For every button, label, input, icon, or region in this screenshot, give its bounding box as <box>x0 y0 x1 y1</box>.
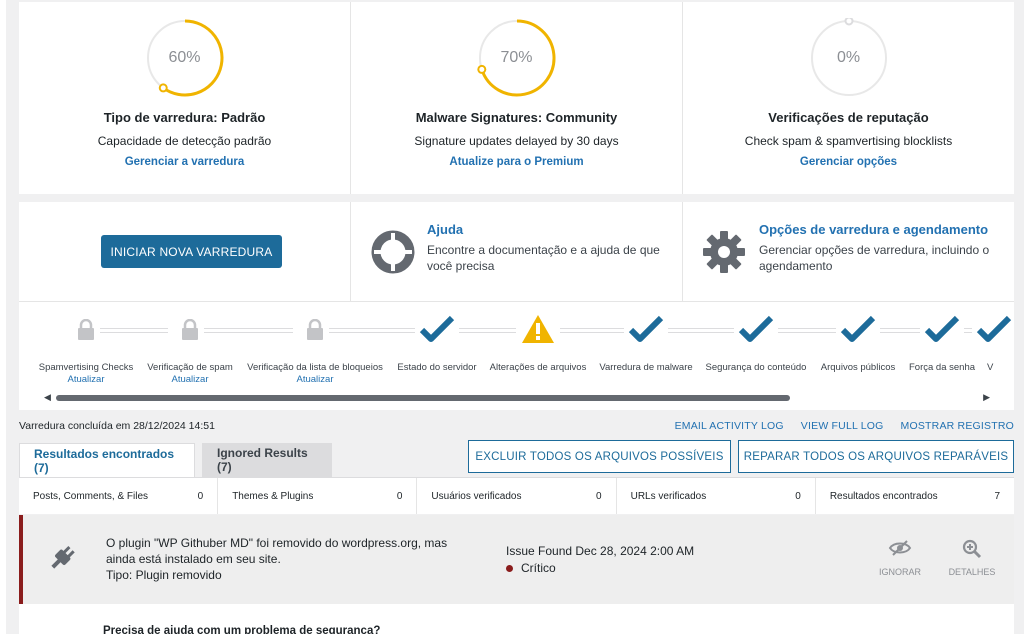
step-label: Verificação de spam <box>147 362 233 373</box>
count-label: Themes & Plugins <box>232 490 314 502</box>
step-connector <box>880 328 920 333</box>
help-banner-text: Precisa de ajuda com um problema de segu… <box>103 625 381 634</box>
scan-type-card: 60% Tipo de varredura: Padrão Capacidade… <box>19 2 350 194</box>
ignore-label: IGNORAR <box>878 567 921 577</box>
count-value: 0 <box>197 490 204 502</box>
signatures-gauge: 70% <box>476 18 557 98</box>
details-label: DETALHES <box>948 567 996 577</box>
count-users-checked: Usuários verificados 0 <box>417 478 617 514</box>
count-posts-comments-files: Posts, Comments, & Files 0 <box>19 478 219 514</box>
count-urls-checked: URLs verificados 0 <box>617 478 816 514</box>
checkmark-icon <box>419 315 455 348</box>
manage-scan-link[interactable]: Gerenciar a varredura <box>125 156 245 168</box>
email-activity-log-link[interactable]: EMAIL ACTIVITY LOG <box>675 420 784 432</box>
gauge-percent: 0% <box>836 49 861 66</box>
count-label: URLs verificados <box>630 490 707 502</box>
step-label: Estado do servidor <box>397 362 477 373</box>
show-log-link[interactable]: MOSTRAR REGISTRO <box>901 420 1014 432</box>
checkmark-icon <box>628 315 664 348</box>
count-themes-plugins: Themes & Plugins 0 <box>218 478 418 514</box>
step-label: Verificação da lista de bloqueios <box>247 362 383 373</box>
log-links: EMAIL ACTIVITY LOG VIEW FULL LOG MOSTRAR… <box>675 420 1014 432</box>
checkmark-icon <box>976 315 1014 348</box>
signatures-card: 70% Malware Signatures: Community Signat… <box>351 2 682 194</box>
lock-icon <box>305 318 325 346</box>
reputation-gauge: 0% <box>809 18 889 98</box>
manage-options-link[interactable]: Gerenciar opções <box>800 156 897 168</box>
count-value: 7 <box>994 490 1001 502</box>
results-counts: Posts, Comments, & Files 0 Themes & Plugi… <box>19 477 1014 514</box>
step-connector <box>668 328 734 333</box>
left-edge <box>0 0 6 634</box>
step-connector <box>204 328 293 333</box>
tab-results-found[interactable]: Resultados encontrados (7) <box>19 443 195 478</box>
steps-scrollbar[interactable]: ◀ ▶ <box>40 392 990 402</box>
details-action[interactable]: DETALHES <box>943 539 1001 577</box>
severity-dot-icon <box>506 564 513 572</box>
step-label: Spamvertising Checks <box>38 362 134 373</box>
plug-icon <box>47 543 77 573</box>
issue-severity: Crítico <box>521 561 556 575</box>
step-update-link[interactable]: Atualizar <box>172 374 209 385</box>
step-update-link[interactable]: Atualizar <box>68 374 105 385</box>
issue-message: O plugin "WP Githuber MD" foi removido d… <box>106 536 448 566</box>
count-value: 0 <box>396 490 403 502</box>
lock-icon <box>180 318 200 346</box>
tab-ignored-results[interactable]: Ignored Results (7) <box>202 443 332 477</box>
upgrade-premium-link[interactable]: Atualize para o Premium <box>449 156 583 168</box>
step-connector <box>459 328 516 333</box>
scroll-right-icon[interactable]: ▶ <box>983 392 990 403</box>
count-label: Usuários verificados <box>431 490 522 502</box>
checkmark-icon <box>738 315 774 348</box>
delete-all-files-button[interactable]: EXCLUIR TODOS OS ARQUIVOS POSSÍVEIS <box>468 440 731 473</box>
eye-slash-icon <box>875 539 925 559</box>
step-connector <box>560 328 624 333</box>
count-label: Posts, Comments, & Files <box>33 490 149 502</box>
gauge-percent: 70% <box>500 49 533 66</box>
count-value: 0 <box>795 490 801 502</box>
checkmark-icon <box>924 315 960 348</box>
card-subtitle: Capacidade de detecção padrão <box>97 134 272 148</box>
step-connector <box>778 328 836 333</box>
reputation-card: 0% Verificações de reputação Check spam … <box>683 2 1014 194</box>
step-label: V <box>987 362 994 373</box>
zoom-in-icon <box>943 539 1001 559</box>
gauge-percent: 60% <box>168 49 201 66</box>
scan-completed-text: Varredura concluída em 28/12/2024 14:51 <box>19 420 215 432</box>
scan-steps: Spamvertising Checks Atualizar Verificação… <box>19 202 1014 410</box>
count-label: Resultados encontrados <box>829 490 938 502</box>
scrollbar-thumb[interactable] <box>56 395 790 401</box>
view-full-log-link[interactable]: VIEW FULL LOG <box>801 420 884 432</box>
card-title: Tipo de varredura: Padrão <box>103 110 266 125</box>
count-results-found: Resultados encontrados 7 <box>816 478 1014 514</box>
step-label: Arquivos públicos <box>820 362 896 373</box>
warning-icon <box>521 314 555 349</box>
card-subtitle: Check spam & spamvertising blocklists <box>744 134 953 148</box>
scroll-left-icon[interactable]: ◀ <box>44 392 51 403</box>
repair-all-files-button[interactable]: REPARAR TODOS OS ARQUIVOS REPARÁVEIS <box>738 440 1014 473</box>
step-connector <box>329 328 415 333</box>
checkmark-icon <box>840 315 876 348</box>
help-banner: Precisa de ajuda com um problema de segu… <box>19 604 1014 634</box>
lock-icon <box>76 318 96 346</box>
step-label: Alterações de arquivos <box>489 362 587 373</box>
step-label: Segurança do conteúdo <box>705 362 807 373</box>
card-title: Malware Signatures: Community <box>415 110 618 125</box>
ignore-action[interactable]: IGNORAR <box>875 539 925 577</box>
step-update-link[interactable]: Atualizar <box>297 374 334 385</box>
card-title: Verificações de reputação <box>768 110 929 125</box>
step-connector <box>100 328 168 333</box>
issue-found-date: Issue Found Dec 28, 2024 2:00 AM <box>506 544 695 558</box>
scan-progress-panel: INICIAR NOVA VARREDURA Ajuda Encontre a … <box>19 202 1014 410</box>
step-label: Varredura de malware <box>599 362 693 373</box>
issue-row[interactable]: O plugin "WP Githuber MD" foi removido d… <box>19 515 1014 604</box>
scan-type-gauge: 60% <box>145 18 225 98</box>
step-label: Força da senha <box>908 362 976 373</box>
issue-type: Tipo: Plugin removido <box>106 568 222 582</box>
summary-panel: 60% Tipo de varredura: Padrão Capacidade… <box>19 2 1014 194</box>
step-connector <box>964 328 972 333</box>
card-subtitle: Signature updates delayed by 30 days <box>414 134 619 148</box>
count-value: 0 <box>596 490 602 502</box>
